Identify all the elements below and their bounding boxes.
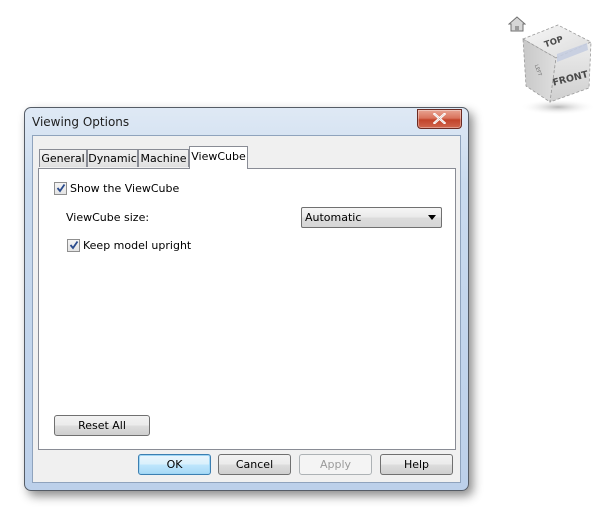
cube-shadow xyxy=(520,99,596,115)
cancel-button[interactable]: Cancel xyxy=(218,454,291,475)
dialog-title: Viewing Options xyxy=(32,115,130,129)
viewcube-size-value: Automatic xyxy=(305,211,362,224)
viewcube-tab-panel: Show the ViewCube ViewCube size: Automat… xyxy=(38,168,456,450)
reset-all-button[interactable]: Reset All xyxy=(54,415,150,436)
chevron-down-icon xyxy=(428,215,436,220)
show-viewcube-label: Show the ViewCube xyxy=(70,182,180,195)
show-viewcube-checkbox-box[interactable] xyxy=(54,182,67,195)
apply-button: Apply xyxy=(299,454,372,475)
tab-dynamic[interactable]: Dynamic xyxy=(87,149,138,167)
show-viewcube-checkbox[interactable]: Show the ViewCube xyxy=(54,182,179,195)
keep-upright-checkbox-box[interactable] xyxy=(67,239,80,252)
close-button[interactable] xyxy=(417,109,462,129)
dialog-client-area: General Dynamic Machine ViewCube Show th… xyxy=(32,135,461,483)
tab-machine[interactable]: Machine xyxy=(138,149,189,167)
keep-upright-label: Keep model upright xyxy=(83,239,192,252)
viewcube[interactable]: TOP FRONT LEFT xyxy=(500,12,610,117)
help-button[interactable]: Help xyxy=(380,454,453,475)
viewcube-size-label: ViewCube size: xyxy=(66,211,150,224)
keep-upright-checkbox[interactable]: Keep model upright xyxy=(67,239,191,252)
tab-viewcube[interactable]: ViewCube xyxy=(189,146,248,169)
viewing-options-dialog: Viewing Options General Dynamic Machine … xyxy=(24,107,469,491)
checkmark-icon xyxy=(56,183,66,193)
checkmark-icon xyxy=(69,240,79,250)
tab-viewcube-label: ViewCube xyxy=(191,150,246,163)
tab-machine-label: Machine xyxy=(140,152,187,165)
close-icon xyxy=(433,113,446,124)
title-bar[interactable]: Viewing Options xyxy=(25,108,468,136)
home-icon[interactable] xyxy=(508,16,526,32)
tab-general-label: General xyxy=(41,152,85,165)
viewcube-size-select[interactable]: Automatic xyxy=(301,207,442,228)
tab-dynamic-label: Dynamic xyxy=(88,152,137,165)
tab-general[interactable]: General xyxy=(39,149,87,167)
ok-button[interactable]: OK xyxy=(138,454,211,475)
